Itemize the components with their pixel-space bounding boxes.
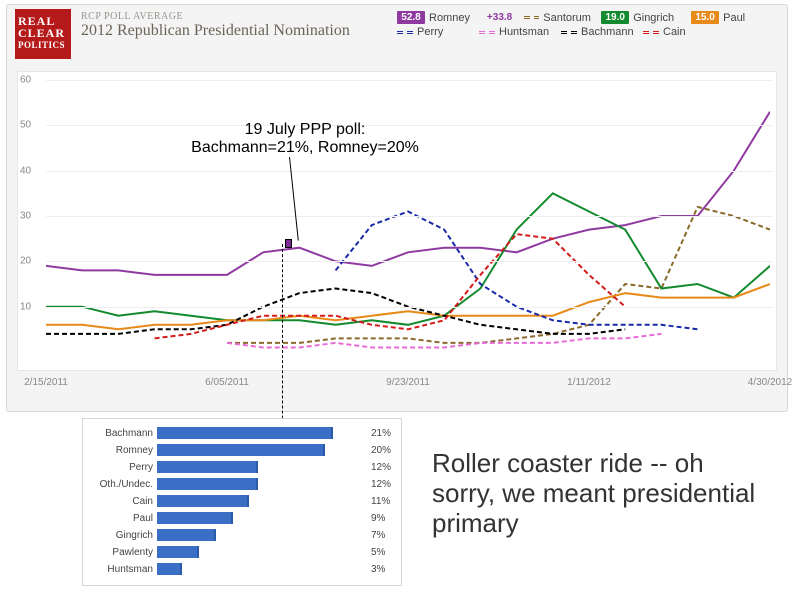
- bar-row: Paul 9%: [85, 510, 395, 526]
- logo-line-2: CLEAR: [18, 27, 68, 39]
- bar-label: Oth./Undec.: [85, 479, 157, 490]
- legend-swatch: [524, 16, 539, 19]
- bar-row: Romney 20%: [85, 442, 395, 458]
- chart-panel: REAL CLEAR POLITICS RCP POLL AVERAGE 201…: [6, 4, 788, 412]
- bar-value: 3%: [367, 564, 385, 575]
- subtitle: RCP POLL AVERAGE: [81, 11, 350, 22]
- bar: [157, 563, 182, 575]
- annotation-marker: [285, 239, 292, 248]
- series-santorum: [227, 207, 770, 343]
- legend-delta: +33.8: [487, 12, 520, 23]
- x-tick: 1/11/2012: [567, 377, 611, 388]
- logo-line-3: POLITICS: [18, 39, 68, 51]
- y-tick: 60: [20, 75, 31, 86]
- bar-value: 12%: [367, 479, 391, 490]
- caption-text: Roller coaster ride -- oh sorry, we mean…: [432, 448, 772, 538]
- bar-value: 20%: [367, 445, 391, 456]
- series-gingrich: [46, 193, 770, 324]
- gridline: [46, 261, 772, 262]
- legend-name: Gingrich: [633, 12, 687, 24]
- annotation-line-1: 19 July PPP poll:: [175, 121, 435, 139]
- bar: [157, 546, 199, 558]
- legend-badge: 15.0: [691, 11, 719, 24]
- legend-badge: 19.0: [601, 11, 629, 24]
- bar: [157, 461, 258, 473]
- legend-name: Huntsman: [499, 26, 557, 38]
- y-tick: 20: [20, 256, 31, 267]
- bar-row: Oth./Undec. 12%: [85, 476, 395, 492]
- y-tick: 10: [20, 301, 31, 312]
- x-tick: 2/15/2011: [24, 377, 68, 388]
- y-tick: 30: [20, 211, 31, 222]
- rcp-logo: REAL CLEAR POLITICS: [15, 9, 71, 59]
- page-title: 2012 Republican Presidential Nomination: [81, 22, 350, 40]
- bar: [157, 529, 216, 541]
- bar-value: 7%: [367, 530, 385, 541]
- bar-label: Huntsman: [85, 564, 157, 575]
- bar-row: Pawlenty 5%: [85, 544, 395, 560]
- title-block: RCP POLL AVERAGE 2012 Republican Preside…: [81, 11, 350, 40]
- y-tick: 50: [20, 120, 31, 131]
- line-chart: 1020304050602/15/20116/05/20119/23/20111…: [17, 71, 777, 371]
- bar-value: 11%: [367, 496, 390, 507]
- bar-value: 21%: [367, 428, 391, 439]
- legend-name: Perry: [417, 26, 475, 38]
- bar-label: Perry: [85, 462, 157, 473]
- x-tick: 9/23/2011: [386, 377, 430, 388]
- bar: [157, 495, 249, 507]
- bar-value: 9%: [367, 513, 385, 524]
- bar-label: Romney: [85, 445, 157, 456]
- bar: [157, 444, 325, 456]
- bar-label: Pawlenty: [85, 547, 157, 558]
- bar-row: Cain 11%: [85, 493, 395, 509]
- bar-label: Cain: [85, 496, 157, 507]
- bar-label: Gingrich: [85, 530, 157, 541]
- gridline: [46, 171, 772, 172]
- bar-row: Gingrich 7%: [85, 527, 395, 543]
- gridline: [46, 307, 772, 308]
- bar-row: Huntsman 3%: [85, 561, 395, 577]
- bar-row: Perry 12%: [85, 459, 395, 475]
- legend-badge: 52.8: [397, 11, 425, 24]
- gridline: [46, 80, 772, 81]
- legend: 52.8 Romney +33.8 Santorum 19.0 Gingrich 15.0 P…: [397, 11, 777, 40]
- bar: [157, 512, 233, 524]
- x-tick: 4/30/2012: [748, 377, 793, 388]
- y-tick: 40: [20, 165, 31, 176]
- bar-poll-chart: Bachmann 21% Romney 20% Perry 12% Oth./Undec. 1…: [82, 418, 402, 586]
- bar-label: Paul: [85, 513, 157, 524]
- x-tick: 6/05/2011: [205, 377, 249, 388]
- annotation-line-2: Bachmann=21%, Romney=20%: [175, 139, 435, 157]
- bar-value: 12%: [367, 462, 391, 473]
- annotation-text: 19 July PPP poll: Bachmann=21%, Romney=2…: [175, 121, 435, 157]
- legend-name: Cain: [663, 26, 721, 38]
- legend-name: Paul: [723, 12, 777, 24]
- bar: [157, 478, 258, 490]
- legend-swatch: [397, 31, 413, 34]
- bar-row: Bachmann 21%: [85, 425, 395, 441]
- header: REAL CLEAR POLITICS RCP POLL AVERAGE 201…: [7, 5, 787, 65]
- legend-swatch: [561, 31, 577, 34]
- legend-name: Santorum: [543, 12, 597, 24]
- bar-label: Bachmann: [85, 428, 157, 439]
- legend-swatch: [643, 31, 659, 34]
- gridline: [46, 216, 772, 217]
- bar: [157, 427, 333, 439]
- series-huntsman: [227, 334, 661, 348]
- bar-value: 5%: [367, 547, 385, 558]
- legend-name: Bachmann: [581, 26, 639, 38]
- legend-name: Romney: [429, 12, 483, 24]
- legend-swatch: [479, 31, 495, 34]
